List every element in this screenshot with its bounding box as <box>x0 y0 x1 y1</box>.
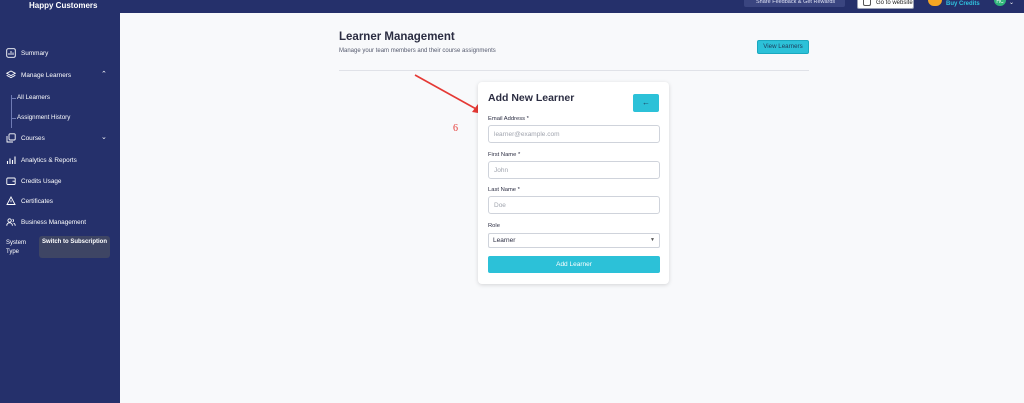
wallet-icon <box>6 176 16 186</box>
certificate-icon <box>6 196 16 206</box>
sidebar-item-courses[interactable]: Courses ⌄ <box>0 131 120 147</box>
sidebar-item-summary[interactable]: Summary <box>0 46 120 62</box>
chevron-down-icon[interactable]: ⌄ <box>1009 0 1014 6</box>
switch-to-subscription-button[interactable]: Switch to Subscription <box>39 236 110 258</box>
sidebar-item-label: Business Management <box>21 219 87 226</box>
share-feedback-button[interactable]: Share Feedback & Get Rewards <box>744 0 845 7</box>
email-label: Email Address * <box>488 116 529 122</box>
form-title: Add New Learner <box>488 92 575 104</box>
sidebar-item-analytics-reports[interactable]: Analytics & Reports <box>0 153 120 169</box>
last-name-label: Last Name * <box>488 187 520 193</box>
sidebar-item-label: Credits Usage <box>21 178 62 185</box>
chart-square-icon <box>6 48 16 58</box>
add-learner-card: Add New Learner ← Email Address * First … <box>478 82 669 284</box>
book-copy-icon <box>6 133 16 143</box>
arrow-left-icon: ← <box>642 98 650 107</box>
sidebar-item-label: Courses <box>21 135 45 142</box>
coins-icon[interactable] <box>928 0 942 6</box>
sidebar: Summary Manage Learners ⌃ All Learners A… <box>0 13 120 403</box>
system-type-label: System Type <box>6 240 27 255</box>
bar-chart-icon <box>6 155 16 165</box>
caret-down-icon: ▼ <box>650 237 655 243</box>
go-to-website-label: Go to website <box>876 0 913 6</box>
sidebar-item-label: Summary <box>21 50 49 57</box>
sidebar-item-assignment-history[interactable]: Assignment History <box>0 111 120 125</box>
chevron-up-icon[interactable]: ⌃ <box>101 70 107 78</box>
monitor-icon <box>863 0 871 6</box>
view-learners-button[interactable]: View Learners <box>757 40 809 54</box>
sidebar-item-credits-usage[interactable]: Credits Usage <box>0 174 120 190</box>
last-name-field[interactable] <box>488 196 660 214</box>
sidebar-item-label: Manage Learners <box>21 72 72 79</box>
sidebar-item-label: Assignment History <box>17 114 71 121</box>
top-bar: Happy Customers Share Feedback & Get Rew… <box>0 0 1024 13</box>
back-button[interactable]: ← <box>633 94 659 112</box>
brand-name: Happy Customers <box>29 1 98 10</box>
avatar[interactable]: HC <box>994 0 1006 6</box>
email-field[interactable] <box>488 125 660 143</box>
first-name-field[interactable] <box>488 161 660 179</box>
role-select-value: Learner <box>493 237 516 244</box>
layers-icon <box>6 70 16 80</box>
sidebar-item-manage-learners[interactable]: Manage Learners ⌃ <box>0 68 120 84</box>
sidebar-item-certificates[interactable]: Certificates <box>0 194 120 210</box>
first-name-label: First Name * <box>488 152 521 158</box>
sidebar-item-business-management[interactable]: Business Management <box>0 215 120 231</box>
add-learner-button[interactable]: Add Learner <box>488 256 660 273</box>
sidebar-item-label: All Learners <box>17 94 51 101</box>
page-subtitle: Manage your team members and their cours… <box>339 48 496 54</box>
sidebar-item-all-learners[interactable]: All Learners <box>0 91 120 105</box>
chevron-down-icon[interactable]: ⌄ <box>101 133 107 141</box>
sidebar-item-label: Analytics & Reports <box>21 157 77 164</box>
buy-credits-link[interactable]: Buy Credits <box>946 1 980 7</box>
role-label: Role <box>488 223 500 229</box>
annotation-step-number: 6 <box>453 123 458 134</box>
go-to-website-button[interactable]: Go to website <box>857 0 914 9</box>
sidebar-item-label: Certificates <box>21 198 53 205</box>
role-select[interactable]: Learner ▼ <box>488 233 660 248</box>
page-title: Learner Management <box>339 31 455 43</box>
users-icon <box>6 217 16 227</box>
